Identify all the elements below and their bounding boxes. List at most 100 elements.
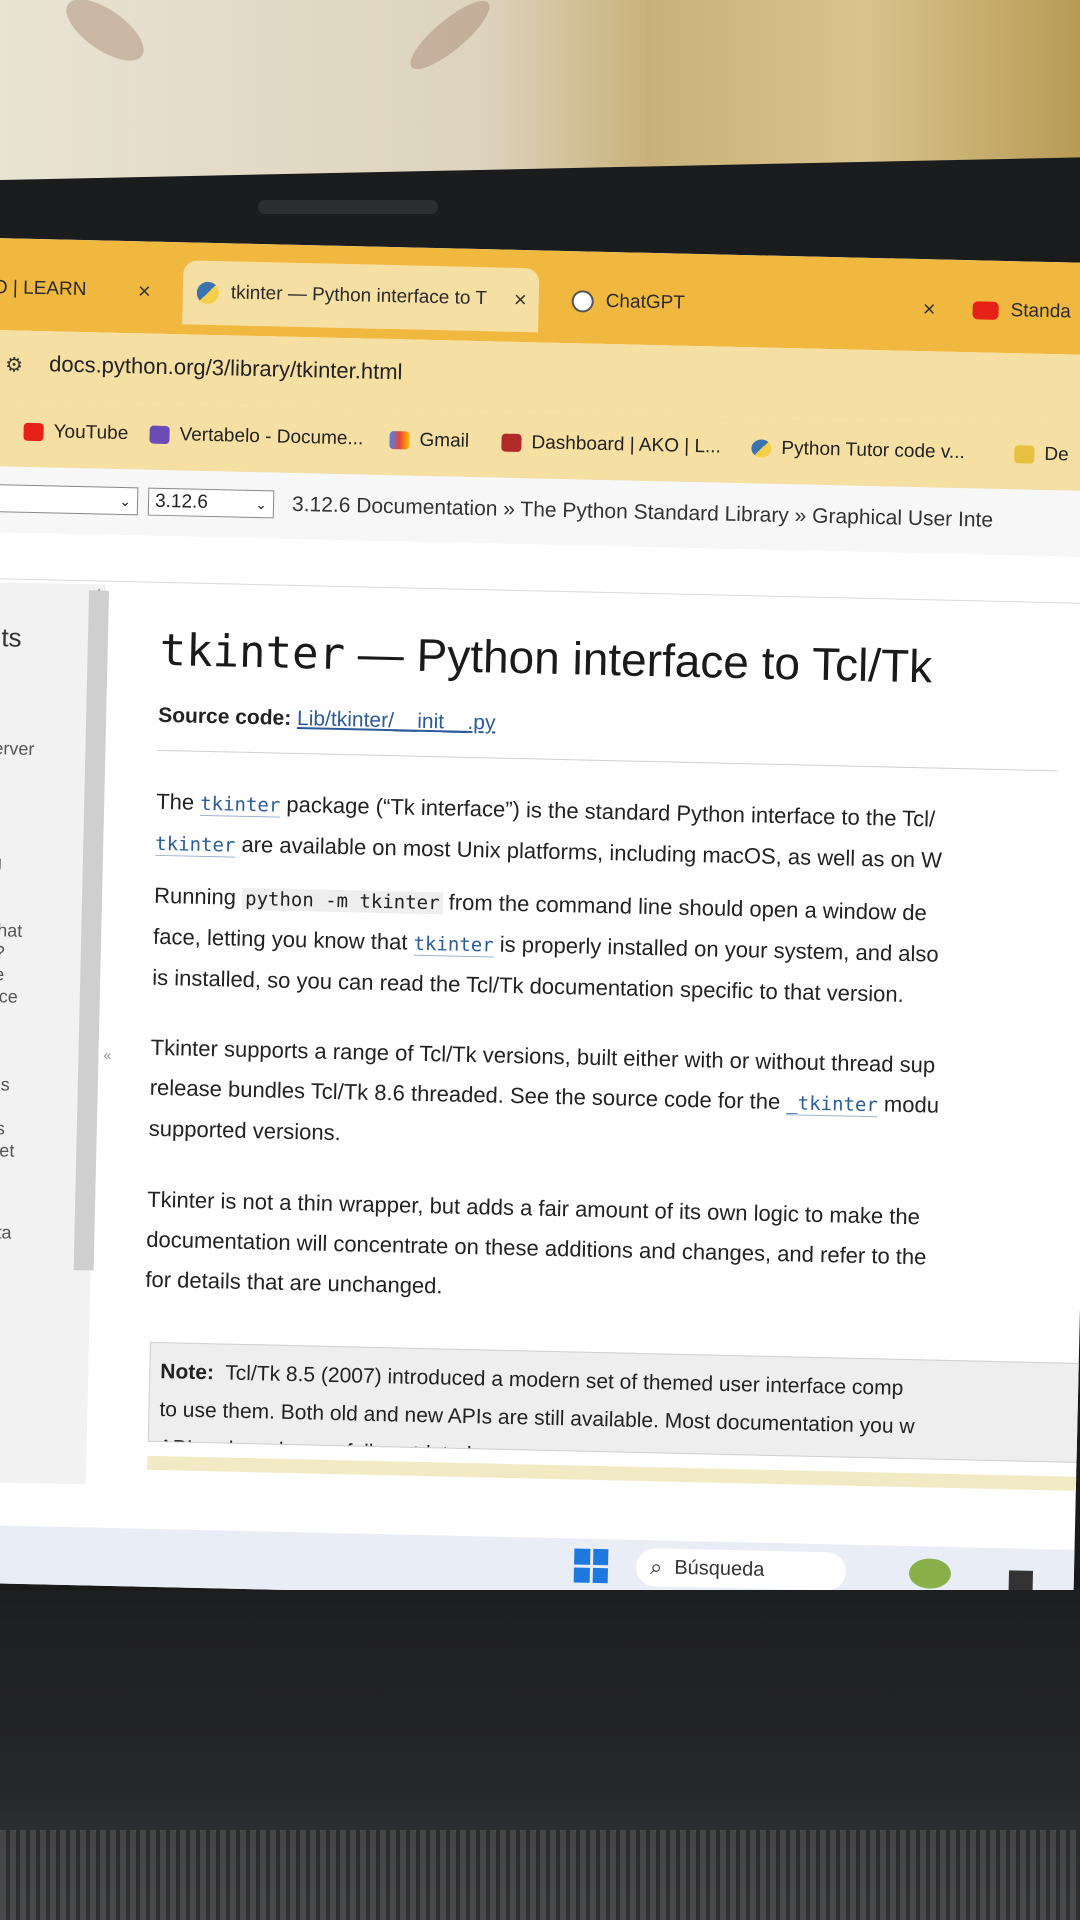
- chevron-down-icon: ⌄: [119, 492, 132, 509]
- language-select[interactable]: ⌄: [0, 483, 139, 516]
- youtube-icon: [972, 301, 999, 320]
- tab-learn[interactable]: O | LEARN ×: [0, 256, 164, 324]
- source-label: Source code:: [157, 703, 292, 730]
- collapse-sidebar-button[interactable]: «: [103, 1047, 111, 1063]
- sidebar-item[interactable]: ...?: [0, 942, 5, 964]
- windows-start-icon[interactable]: [573, 1548, 609, 1584]
- tab-label: tkinter — Python interface to T: [230, 282, 488, 310]
- search-placeholder: Búsqueda: [674, 1556, 765, 1581]
- breadcrumb[interactable]: 3.12.6 Documentation » The Python Standa…: [292, 493, 994, 533]
- python-icon: [751, 439, 772, 458]
- python-icon: [196, 281, 220, 305]
- source-code-line: Source code: Lib/tkinter/__init__.py: [158, 704, 496, 736]
- text: modu: [877, 1091, 940, 1118]
- tkinter-link[interactable]: tkinter: [413, 932, 494, 958]
- widget-bird-icon[interactable]: [908, 1558, 952, 1590]
- tab-label: O | LEARN: [0, 276, 87, 301]
- content-divider: [157, 749, 1058, 772]
- bookmark-label: YouTube: [53, 421, 129, 445]
- text: is properly installed on your system, an…: [493, 931, 939, 967]
- sidebar-item[interactable]: Data: [0, 1222, 12, 1244]
- paragraph-versions: Tkinter supports a range of Tcl/Tk versi…: [148, 1028, 1080, 1172]
- sidebar-item[interactable]: the: [0, 964, 5, 986]
- text: documentation will concentrate on these …: [146, 1226, 927, 1270]
- tkinter-link[interactable]: tkinter: [155, 832, 236, 858]
- note-label: Note:: [160, 1360, 215, 1385]
- close-icon[interactable]: ×: [502, 287, 539, 314]
- tkinter-link[interactable]: tkinter: [199, 792, 281, 818]
- bookmark-label: Python Tutor code v...: [781, 437, 966, 464]
- close-icon[interactable]: ×: [126, 278, 163, 305]
- bookmark-partial-right[interactable]: De: [1014, 443, 1069, 466]
- bookmark-python-tutor[interactable]: Python Tutor code v...: [751, 437, 965, 464]
- paragraph-wrapper: Tkinter is not a thin wrapper, but adds …: [145, 1180, 1080, 1323]
- ako-icon: [501, 433, 522, 453]
- text: for details that are unchanged.: [145, 1266, 443, 1299]
- bookmark-label: Vertabelo - Docume...: [179, 424, 364, 450]
- inline-code: python -m tkinter: [241, 887, 443, 915]
- text: are available on most Unix platforms, in…: [235, 831, 943, 873]
- note-text: Tcl/Tk 8.5 (2007) introduced a modern se…: [225, 1361, 904, 1400]
- version-select[interactable]: 3.12.6 ⌄: [147, 487, 275, 519]
- laptop-keyboard-edge: [0, 1830, 1080, 1920]
- youtube-icon: [23, 422, 44, 442]
- tab-label: Standa: [1010, 300, 1072, 323]
- version-value: 3.12.6: [154, 490, 209, 513]
- app-icon[interactable]: [1008, 1570, 1034, 1591]
- text: supported versions.: [148, 1115, 342, 1146]
- site-settings-icon[interactable]: ⚙: [5, 352, 24, 377]
- wallpaper-pattern: [402, 0, 498, 79]
- tab-tkinter[interactable]: tkinter — Python interface to T ×: [182, 260, 540, 333]
- bookmark-youtube[interactable]: YouTube: [23, 421, 129, 445]
- text: package (“Tk interface”) is the standard…: [280, 791, 936, 832]
- page-title: tkinter — Python interface to Tcl/Tk: [159, 622, 933, 694]
- next-admonition-edge: [147, 1455, 1080, 1492]
- tab-label: ChatGPT: [605, 290, 686, 314]
- text: Tkinter supports a range of Tcl/Tk versi…: [150, 1034, 936, 1078]
- text: Tkinter is not a thin wrapper, but adds …: [146, 1186, 921, 1230]
- sidebar-item[interactable]: What: [0, 920, 23, 942]
- taskbar-search[interactable]: ⌕ Búsqueda: [635, 1547, 847, 1591]
- sidebar-item[interactable]: idget: [0, 1140, 15, 1162]
- camera-notch: [258, 200, 438, 214]
- paragraph-intro: The tkinter package (“Tk interface”) is …: [155, 782, 1080, 887]
- chevron-down-icon: ⌄: [255, 495, 268, 512]
- text: release bundles Tcl/Tk 8.6 threaded. See…: [149, 1074, 787, 1115]
- sidebar-item[interactable]: ons: [0, 1118, 5, 1140]
- text: face, letting you know that: [152, 923, 414, 955]
- lock-icon: [1014, 445, 1035, 464]
- wallpaper-pattern: [56, 0, 154, 73]
- text: from the command line should open a wind…: [442, 889, 928, 926]
- paragraph-running: Running python -m tkinter from the comma…: [152, 876, 1080, 1021]
- sidebar-item[interactable]: ng: [0, 852, 2, 873]
- sidebar-item[interactable]: ence: [0, 986, 18, 1008]
- doc-main-content: tkinter — Python interface to Tcl/Tk Sou…: [108, 585, 1080, 1607]
- source-link[interactable]: Lib/tkinter/__init__.py: [297, 707, 496, 734]
- note-text: to use them. Both old and new APIs are s…: [159, 1398, 915, 1439]
- title-text: — Python interface to Tcl/Tk: [344, 627, 933, 693]
- gmail-icon: [389, 431, 410, 450]
- bookmark-label: Dashboard | AKO | L...: [531, 432, 722, 458]
- search-icon: ⌕: [649, 1554, 663, 1580]
- tab-chatgpt[interactable]: ChatGPT ×: [567, 269, 948, 342]
- text: The: [155, 788, 201, 815]
- url-field[interactable]: docs.python.org/3/library/tkinter.html: [49, 351, 403, 385]
- tkinter-module-link[interactable]: _tkinter: [786, 1092, 879, 1118]
- text: Running: [153, 882, 243, 910]
- sidebar-item[interactable]: ions: [0, 1074, 10, 1096]
- bookmark-label: De: [1044, 443, 1069, 466]
- laptop-screen: O | LEARN × tkinter — Python interface t…: [0, 238, 1080, 1608]
- note-box: Note: Tcl/Tk 8.5 (2007) introduced a mod…: [147, 1341, 1080, 1464]
- bookmark-vertabelo[interactable]: Vertabelo - Docume...: [149, 424, 364, 451]
- chatgpt-icon: [571, 290, 594, 313]
- text: is installed, so you can read the Tcl/Tk…: [151, 964, 905, 1007]
- sidebar-item[interactable]: server: [0, 738, 35, 760]
- bookmark-gmail[interactable]: Gmail: [389, 429, 469, 453]
- sidebar-title: nts: [0, 621, 22, 653]
- close-icon[interactable]: ×: [910, 296, 947, 323]
- bookmark-label: Gmail: [419, 429, 470, 452]
- bookmark-dashboard-ako[interactable]: Dashboard | AKO | L...: [501, 432, 721, 459]
- vertabelo-icon: [149, 425, 170, 445]
- title-code: tkinter: [159, 624, 346, 681]
- tab-standard[interactable]: Standa: [972, 278, 1080, 345]
